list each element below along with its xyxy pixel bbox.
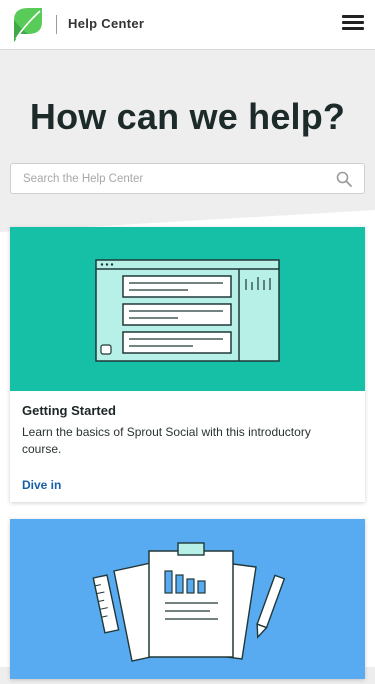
card-hero	[10, 519, 365, 679]
search-input[interactable]	[11, 164, 333, 193]
search-icon[interactable]	[336, 171, 352, 187]
sprout-leaf-logo[interactable]	[10, 6, 44, 42]
top-header: Help Center	[0, 0, 375, 50]
card-description: Learn the basics of Sprout Social with t…	[22, 425, 311, 456]
card-hero	[10, 227, 365, 391]
dashboard-window-illustration	[95, 259, 280, 362]
page-title: How can we help?	[29, 96, 346, 137]
card-title: Getting Started	[22, 403, 116, 418]
card-getting-started[interactable]: Getting Started Learn the basics of Spro…	[10, 227, 365, 502]
card-reports[interactable]	[10, 519, 365, 679]
dive-in-link[interactable]: Dive in	[22, 478, 61, 492]
hamburger-menu-icon[interactable]	[342, 15, 364, 33]
header-divider	[56, 15, 57, 34]
header-title[interactable]: Help Center	[68, 16, 144, 31]
clipboard-report-illustration	[92, 542, 286, 662]
search-box[interactable]	[10, 163, 365, 194]
